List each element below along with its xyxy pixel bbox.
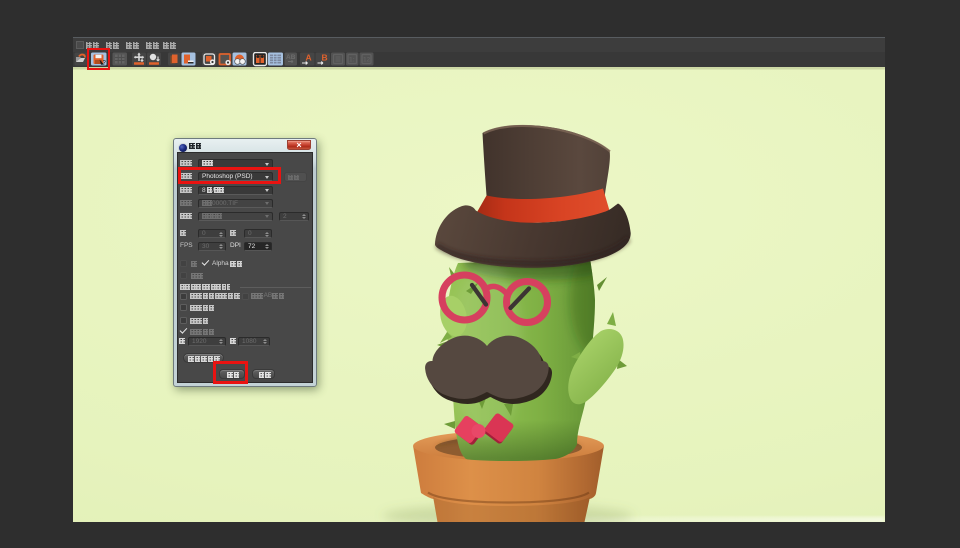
svg-text:A: A bbox=[306, 53, 312, 63]
svg-text:AB: AB bbox=[286, 54, 296, 61]
svg-text:1:: 1: bbox=[349, 57, 355, 64]
svg-text:B: B bbox=[322, 53, 328, 63]
svg-text:12: 12 bbox=[363, 57, 371, 64]
